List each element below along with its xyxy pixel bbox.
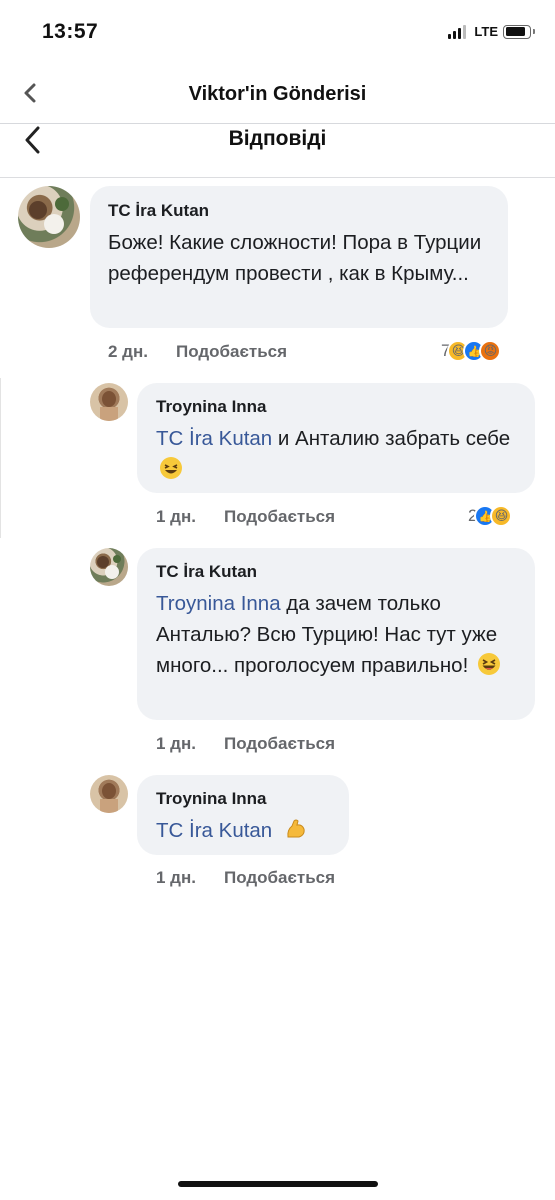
status-indicators: LTE <box>448 24 535 39</box>
comment-time: 1 дн. <box>156 734 196 753</box>
comment-meta: 1 дн. Подобається <box>156 507 335 527</box>
comment-text: TC İra Kutan <box>156 815 346 846</box>
status-bar: 13:57 LTE <box>0 0 555 64</box>
comment-meta: 1 дн. Подобається <box>156 868 335 888</box>
flexed-biceps-emoji <box>287 819 305 838</box>
reactions[interactable]: 2 👍 😆 <box>468 505 513 527</box>
like-button[interactable]: Подобається <box>224 734 335 753</box>
mention-link[interactable]: Troynina Inna <box>156 592 281 615</box>
comment-meta: 1 дн. Подобається <box>156 734 335 754</box>
comment-text: Troynina Inna да зачем только Анталью? В… <box>156 588 518 681</box>
like-button[interactable]: Подобається <box>224 507 335 526</box>
haha-reaction-icon: 😆 <box>490 505 513 527</box>
avatar[interactable] <box>90 548 128 586</box>
comment-time: 1 дн. <box>156 507 196 526</box>
replies-header: Відповіді <box>0 124 555 178</box>
comment-time: 1 дн. <box>156 868 196 887</box>
comment-author[interactable]: Troynina Inna <box>156 397 267 417</box>
comment-author[interactable]: TC İra Kutan <box>108 201 209 221</box>
grinning-squint-emoji <box>160 457 182 479</box>
home-indicator[interactable] <box>178 1181 378 1187</box>
laughing-emoji <box>477 653 500 675</box>
avatar[interactable] <box>90 383 128 421</box>
comment-meta: 2 дн. Подобається <box>108 342 287 362</box>
mention-link[interactable]: TC İra Kutan <box>156 819 272 842</box>
reactions[interactable]: 7 😆 👍 😡 <box>441 340 502 362</box>
mention-link[interactable]: TC İra Kutan <box>156 427 272 450</box>
divider <box>0 378 3 538</box>
status-time: 13:57 <box>42 20 99 43</box>
comment-text: Боже! Какие сложности! Пора в Турции реф… <box>108 231 482 285</box>
avatar[interactable] <box>90 775 128 813</box>
post-nav-bar: Viktor'in Gönderisi <box>0 64 555 124</box>
signal-icon <box>448 24 467 39</box>
comment-body: и Анталию забрать себе <box>272 427 511 450</box>
angry-reaction-icon: 😡 <box>479 340 502 362</box>
comment-time: 2 дн. <box>108 342 148 361</box>
avatar[interactable] <box>18 186 80 248</box>
like-button[interactable]: Подобається <box>176 342 287 361</box>
replies-title: Відповіді <box>228 127 327 150</box>
post-title: Viktor'in Gönderisi <box>188 83 367 105</box>
battery-icon <box>503 24 535 39</box>
like-button[interactable]: Подобається <box>224 868 335 887</box>
comment-author[interactable]: Troynina Inna <box>156 789 267 809</box>
comment-author[interactable]: TC İra Kutan <box>156 562 257 582</box>
comment-text: TC İra Kutan и Анталию забрать себе <box>156 423 526 485</box>
network-label: LTE <box>474 24 498 39</box>
